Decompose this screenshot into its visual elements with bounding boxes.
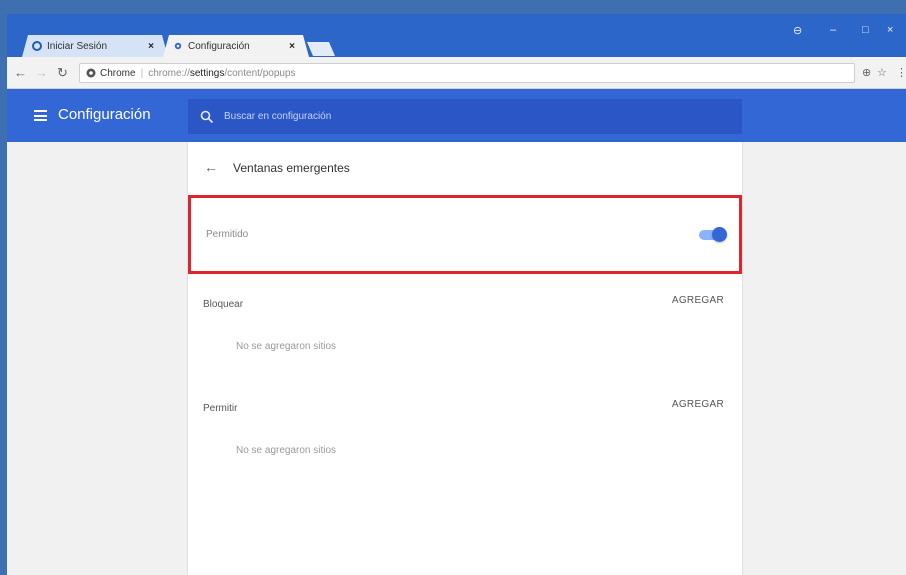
back-arrow-icon[interactable]: ← (204, 159, 218, 175)
tab-title: Configuración (188, 40, 250, 52)
allow-empty-message: No se agregaron sitios (236, 445, 337, 456)
back-arrow-icon[interactable]: ← (14, 65, 27, 80)
page-title: Ventanas emergentes (233, 161, 350, 175)
url-host: settings (189, 67, 225, 79)
settings-header: Configuración Buscar en configuración (7, 89, 906, 142)
popups-settings-card: ← Ventanas emergentes Permitido Bloquear… (188, 142, 742, 575)
search-icon (200, 110, 214, 124)
browser-menu-icon[interactable]: ⋮ (896, 66, 906, 79)
title-bar: Iniciar Sesión × Configuración × ⊖ – □ × (7, 14, 906, 57)
block-empty-message: No se agregaron sitios (236, 341, 337, 352)
page-favicon-icon (32, 41, 42, 51)
allowed-label: Permitido (206, 229, 249, 240)
tab-close-icon[interactable]: × (289, 41, 295, 52)
tab-iniciar-sesion[interactable]: Iniciar Sesión × (22, 35, 168, 57)
allowed-row-highlight: Permitido (188, 195, 742, 274)
allow-add-button[interactable]: AGREGAR (672, 399, 724, 410)
chrome-site-icon (86, 68, 96, 78)
site-name: Chrome (100, 67, 136, 79)
settings-content: ← Ventanas emergentes Permitido Bloquear… (7, 142, 906, 575)
tab-close-icon[interactable]: × (148, 41, 154, 52)
hamburger-menu-icon[interactable] (34, 110, 47, 121)
new-tab-button[interactable] (307, 42, 335, 56)
search-placeholder: Buscar en configuración (224, 111, 332, 122)
toggle-knob (712, 227, 727, 242)
browser-toolbar: ← → ↻ Chrome | chrome:// settings /conte… (7, 57, 906, 89)
address-bar[interactable]: Chrome | chrome:// settings /content/pop… (79, 63, 855, 83)
bookmark-star-icon[interactable]: ☆ (877, 66, 887, 79)
settings-title: Configuración (58, 106, 151, 123)
browser-window: Iniciar Sesión × Configuración × ⊖ – □ ×… (7, 14, 906, 575)
settings-search-input[interactable]: Buscar en configuración (188, 99, 742, 134)
allow-section-label: Permitir (203, 403, 238, 414)
tab-configuracion[interactable]: Configuración × (163, 35, 309, 57)
minimize-button[interactable]: – (830, 24, 836, 36)
close-window-button[interactable]: × (887, 24, 893, 36)
maximize-button[interactable]: □ (862, 24, 869, 36)
block-section-label: Bloquear (203, 299, 244, 310)
forward-arrow-icon[interactable]: → (35, 65, 48, 80)
allowed-toggle[interactable] (699, 227, 727, 242)
url-separator: | (140, 67, 144, 79)
block-add-button[interactable]: AGREGAR (672, 295, 724, 306)
profile-icon[interactable]: ⊖ (793, 24, 802, 37)
url-path: /content/popups (224, 67, 296, 79)
url-scheme: chrome:// (148, 67, 190, 79)
tab-title: Iniciar Sesión (47, 40, 108, 52)
gear-icon (173, 41, 183, 51)
reload-icon[interactable]: ↻ (57, 65, 68, 81)
zoom-icon[interactable]: ⊕ (862, 66, 871, 79)
